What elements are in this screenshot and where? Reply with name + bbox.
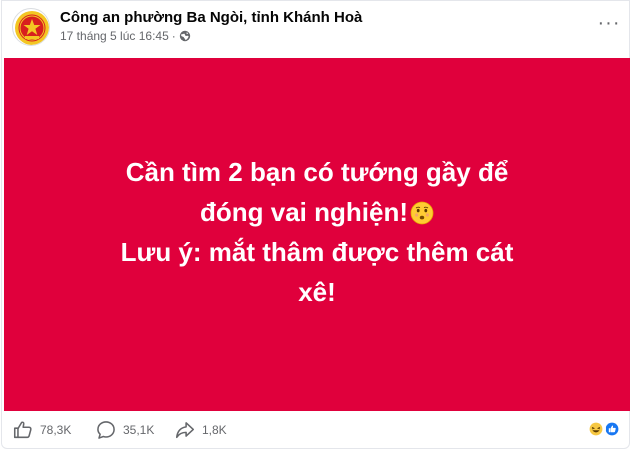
post-text-line-2: Lưu ý: mắt thâm được thêm cát xê! bbox=[120, 236, 514, 307]
more-horizontal-icon: ··· bbox=[597, 12, 621, 34]
share-count: 1,8K bbox=[202, 423, 227, 437]
post-text-background: Cần tìm 2 bạn có tướng gầy để đóng vai n… bbox=[4, 58, 630, 411]
like-count: 78,3K bbox=[40, 423, 72, 437]
page-name-link[interactable]: Công an phường Ba Ngòi, tỉnh Khánh Hoà bbox=[60, 9, 362, 26]
comment-bubble-icon bbox=[97, 421, 115, 439]
police-emblem-icon bbox=[15, 11, 49, 45]
post-header: Công an phường Ba Ngòi, tỉnh Khánh Hoà 1… bbox=[12, 7, 623, 47]
post-card: Công an phường Ba Ngòi, tỉnh Khánh Hoà 1… bbox=[1, 0, 630, 449]
globe-icon[interactable] bbox=[179, 30, 191, 42]
like-button[interactable]: 78,3K bbox=[12, 419, 71, 441]
post-text-line-1: Cần tìm 2 bạn có tướng gầy để đóng vai n… bbox=[125, 156, 509, 227]
page-avatar[interactable] bbox=[12, 8, 50, 46]
post-footer: 78,3K 35,1K 1,8K bbox=[12, 415, 624, 445]
post-timestamp[interactable]: 17 tháng 5 lúc 16:45 bbox=[60, 29, 169, 43]
more-options-button[interactable]: ··· bbox=[597, 13, 621, 33]
share-button[interactable]: 1,8K bbox=[174, 419, 227, 441]
post-text: Cần tìm 2 bạn có tướng gầy để đóng vai n… bbox=[117, 152, 517, 312]
share-arrow-icon bbox=[175, 422, 195, 439]
thumbs-up-icon bbox=[13, 421, 32, 439]
haha-reaction-icon bbox=[586, 419, 606, 439]
meta-separator: · bbox=[171, 29, 176, 43]
comment-button[interactable]: 35,1K bbox=[95, 419, 154, 441]
comment-count: 35,1K bbox=[123, 423, 155, 437]
shushing-face-emoji bbox=[410, 201, 434, 224]
post-meta: 17 tháng 5 lúc 16:45 · bbox=[60, 29, 191, 43]
reactions-summary[interactable] bbox=[586, 419, 624, 441]
